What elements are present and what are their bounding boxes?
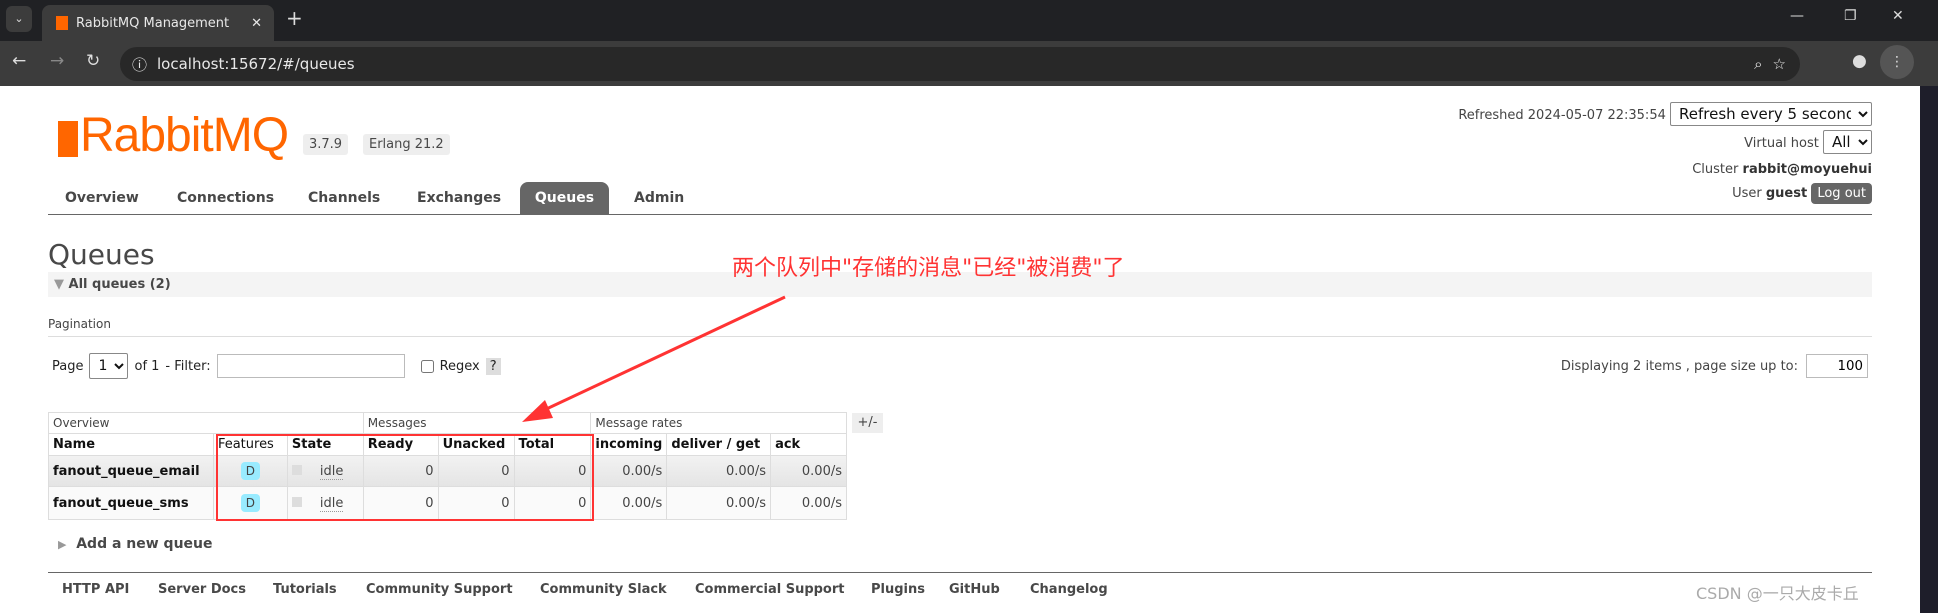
footer-link-server-docs[interactable]: Server Docs (158, 582, 246, 597)
footer-link-http-api[interactable]: HTTP API (62, 582, 129, 597)
watermark: CSDN @一只大皮卡丘 (1696, 584, 1859, 603)
footer-link-tutorials[interactable]: Tutorials (273, 582, 337, 597)
triangle-right-icon: ▶ (58, 538, 67, 551)
divider (48, 572, 1872, 573)
add-queue-toggle[interactable]: ▶ Add a new queue (58, 536, 213, 552)
footer-link-commercial-support[interactable]: Commercial Support (695, 582, 845, 597)
footer-link-community-slack[interactable]: Community Slack (540, 582, 667, 597)
annotation-arrow (522, 295, 786, 422)
arrow-head (522, 400, 553, 422)
footer-link-changelog[interactable]: Changelog (1030, 582, 1108, 597)
annotation-text: 两个队列中"存储的消息"已经"被消费"了 (732, 256, 1125, 281)
footer-link-plugins[interactable]: Plugins (871, 582, 925, 597)
footer-link-github[interactable]: GitHub (949, 582, 1000, 597)
footer-link-community-support[interactable]: Community Support (366, 582, 513, 597)
arrow-line (539, 295, 786, 414)
